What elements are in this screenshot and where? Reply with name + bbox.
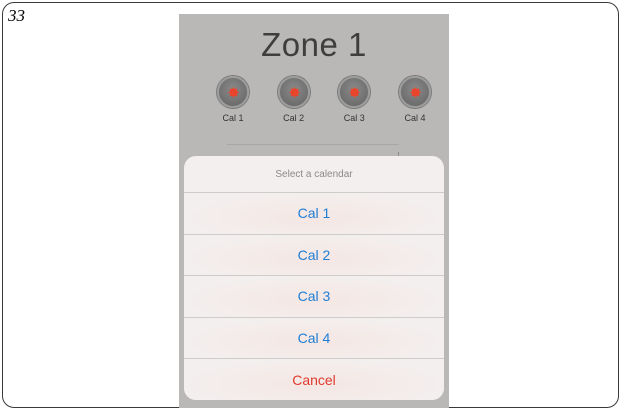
cancel-button[interactable]: Cancel <box>184 359 444 400</box>
calendar-button-1[interactable]: Cal 1 <box>207 76 259 123</box>
select-calendar-action-sheet: Select a calendar Cal 1 Cal 2 Cal 3 Cal … <box>184 156 444 400</box>
calendar-button-circle[interactable] <box>338 76 371 108</box>
zone-title: Zone 1 <box>261 26 367 63</box>
option-cal-3[interactable]: Cal 3 <box>184 276 444 318</box>
page-number: 33 <box>8 6 25 25</box>
calendar-button-circle[interactable] <box>217 76 249 108</box>
calendar-label: Cal 3 <box>343 113 365 123</box>
calendar-button-2[interactable]: Cal 2 <box>268 76 320 123</box>
gear-icon <box>228 87 239 98</box>
option-cal-1[interactable]: Cal 1 <box>184 193 444 235</box>
calendar-button-4[interactable]: Cal 4 <box>389 76 441 123</box>
calendar-button-circle[interactable] <box>277 76 310 108</box>
calendar-label: Cal 1 <box>222 113 244 123</box>
calendar-label: Cal 2 <box>283 113 305 123</box>
manual-page: 33 Zone 1 Cal 1 Cal 2 Cal 3 Cal 4 Select… <box>0 0 624 414</box>
calendar-button-circle[interactable] <box>398 76 431 108</box>
option-cal-4[interactable]: Cal 4 <box>184 317 444 359</box>
calendar-button-3[interactable]: Cal 3 <box>328 76 380 123</box>
option-cal-2[interactable]: Cal 2 <box>184 234 444 276</box>
action-sheet-title: Select a calendar <box>184 156 444 193</box>
divider <box>227 144 399 145</box>
gear-icon <box>349 87 360 98</box>
gear-icon <box>289 87 300 98</box>
calendar-label: Cal 4 <box>404 113 426 123</box>
phone-screen: Zone 1 Cal 1 Cal 2 Cal 3 Cal 4 Select a … <box>179 14 449 408</box>
gear-icon <box>410 87 421 98</box>
calendar-buttons-row: Cal 1 Cal 2 Cal 3 Cal 4 <box>207 76 441 123</box>
